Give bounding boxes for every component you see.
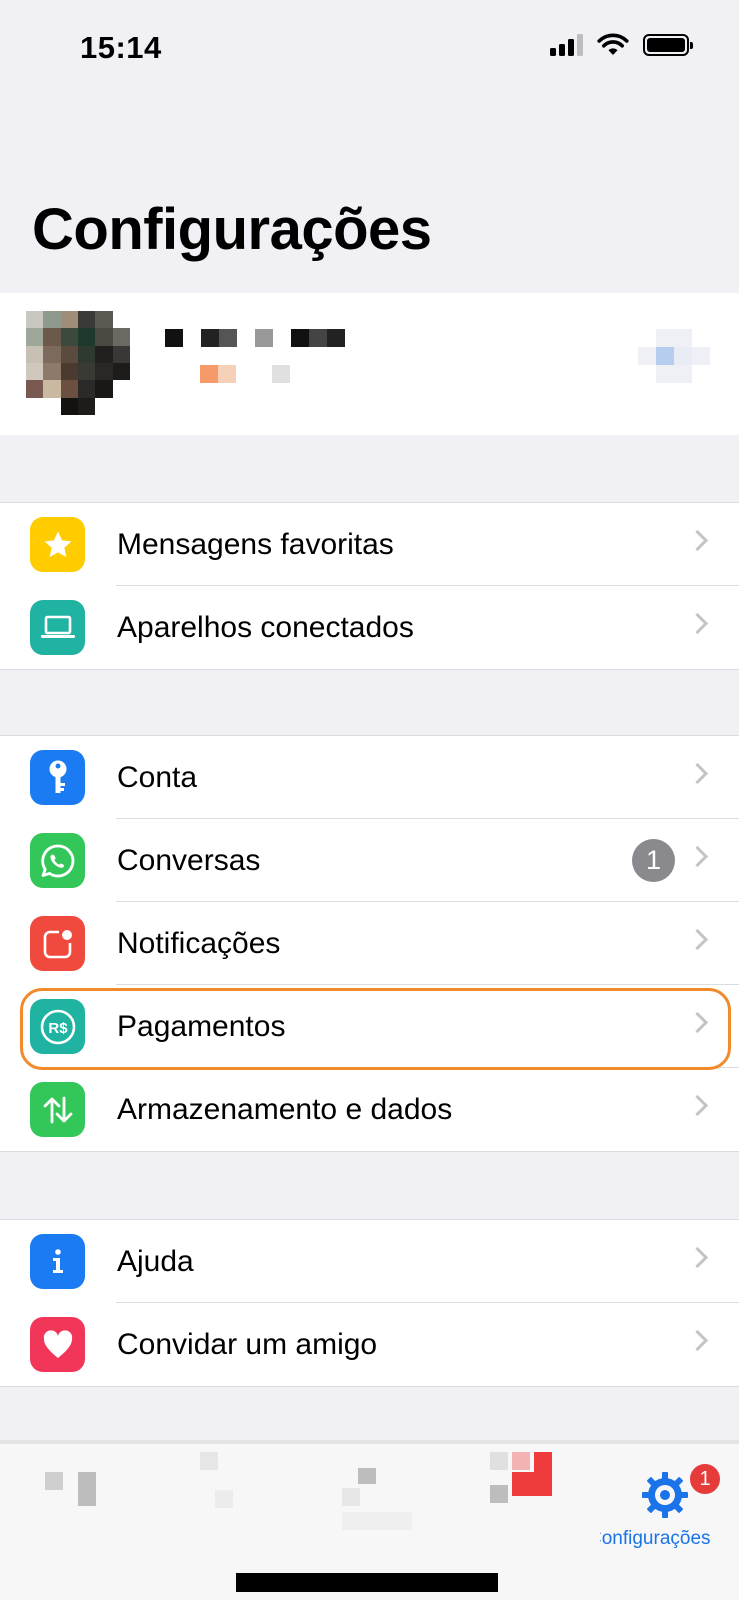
tab-badge: 1 [688, 1462, 722, 1496]
page-title: Configurações [32, 197, 432, 262]
chevron-right-icon [686, 1094, 709, 1117]
settings-group-1: Mensagens favoritas Aparelhos conectados [0, 502, 739, 670]
row-storage-data[interactable]: Armazenamento e dados [0, 1068, 739, 1151]
chevron-right-icon [686, 928, 709, 951]
row-label: Pagamentos [117, 1010, 286, 1043]
row-linked-devices[interactable]: Aparelhos conectados [0, 586, 739, 669]
chevron-right-icon [686, 1329, 709, 1352]
svg-text:R$: R$ [48, 1020, 68, 1037]
row-label: Armazenamento e dados [117, 1093, 453, 1126]
chevron-right-icon [686, 1246, 709, 1269]
chevron-right-icon [686, 762, 709, 785]
row-label: Conversas [117, 844, 261, 877]
unread-badge: 1 [632, 839, 675, 882]
signal-icon [550, 34, 583, 56]
row-label: Aparelhos conectados [117, 611, 414, 644]
row-notifications[interactable]: Notificações [0, 902, 739, 985]
key-icon [30, 750, 85, 805]
laptop-icon [30, 600, 85, 655]
notification-icon [30, 916, 85, 971]
row-payments[interactable]: R$ Pagamentos [0, 985, 739, 1068]
row-invite-friend[interactable]: Convidar um amigo [0, 1303, 739, 1386]
row-account[interactable]: Conta [0, 736, 739, 819]
heart-icon [30, 1317, 85, 1372]
tab-label: Configurações [600, 1528, 711, 1549]
status-bar: 15:14 [0, 0, 739, 90]
profile-name [165, 329, 345, 347]
avatar[interactable] [26, 311, 130, 415]
qr-code-icon[interactable] [638, 329, 710, 401]
chevron-right-icon [686, 845, 709, 868]
row-chats[interactable]: Conversas 1 [0, 819, 739, 902]
chevron-right-icon [686, 612, 709, 635]
battery-icon [643, 34, 693, 56]
gear-icon [642, 1472, 688, 1518]
arrows-icon [30, 1082, 85, 1137]
profile-row[interactable] [0, 293, 739, 435]
tab-settings[interactable]: 1 Configurações [600, 1452, 739, 1549]
star-icon [30, 517, 85, 572]
row-label: Mensagens favoritas [117, 528, 394, 561]
settings-group-3: Ajuda Convidar um amigo [0, 1219, 739, 1387]
settings-group-2: Conta Conversas 1 Notificações R$ Pagame… [0, 735, 739, 1152]
status-time: 15:14 [80, 30, 162, 65]
chevron-right-icon [686, 1011, 709, 1034]
wifi-icon [597, 33, 629, 55]
row-label: Ajuda [117, 1245, 194, 1278]
tab-calls[interactable] [150, 1440, 300, 1540]
tab-communities[interactable] [300, 1440, 450, 1540]
info-icon [30, 1234, 85, 1289]
row-label: Notificações [117, 927, 281, 960]
tab-status[interactable] [0, 1440, 150, 1540]
status-icons [550, 33, 693, 57]
tab-chats[interactable] [450, 1440, 600, 1540]
home-indicator [236, 1573, 498, 1592]
row-starred-messages[interactable]: Mensagens favoritas [0, 503, 739, 586]
payment-icon: R$ [30, 999, 85, 1054]
row-label: Convidar um amigo [117, 1328, 378, 1361]
row-help[interactable]: Ajuda [0, 1220, 739, 1303]
row-label: Conta [117, 761, 198, 794]
chevron-right-icon [686, 529, 709, 552]
profile-status [200, 365, 290, 383]
whatsapp-icon [30, 833, 85, 888]
